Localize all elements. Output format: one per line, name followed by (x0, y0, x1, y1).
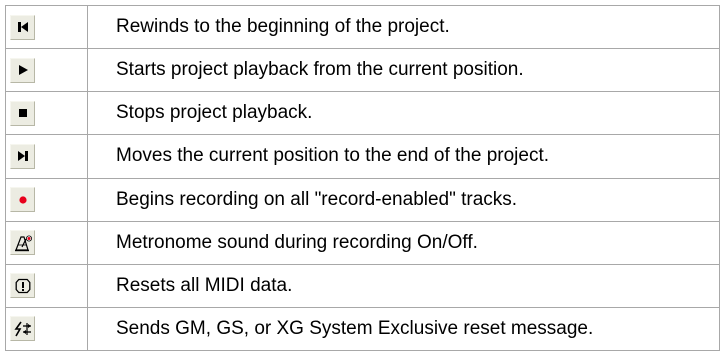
table-row: Metronome sound during recording On/Off. (5, 220, 720, 265)
icon-cell (5, 263, 88, 308)
transport-buttons-table: Rewinds to the beginning of the project.… (5, 4, 720, 352)
icon-cell (5, 134, 88, 179)
midi-panic-icon (15, 278, 30, 293)
record-button[interactable] (10, 187, 35, 213)
skip-to-end-button[interactable] (10, 143, 35, 169)
icon-cell (5, 91, 88, 136)
row-description: Begins recording on all "record-enabled"… (87, 177, 720, 222)
icon-cell (5, 306, 88, 352)
rewind-icon (17, 22, 28, 33)
rewind-button[interactable] (10, 14, 35, 40)
record-icon (18, 195, 27, 204)
table-row: Moves the current position to the end of… (5, 134, 720, 179)
sysex-reset-button[interactable] (10, 316, 35, 342)
play-button[interactable] (10, 57, 35, 83)
metronome-icon (14, 235, 32, 251)
row-description: Resets all MIDI data. (87, 263, 720, 308)
sysex-reset-icon (13, 321, 31, 337)
stop-button[interactable] (10, 100, 35, 126)
row-description: Rewinds to the beginning of the project. (87, 4, 720, 50)
table-row: Resets all MIDI data. (5, 263, 720, 308)
row-description: Metronome sound during recording On/Off. (87, 220, 720, 265)
play-icon (18, 65, 28, 76)
table-row: Starts project playback from the current… (5, 48, 720, 93)
table-row: Stops project playback. (5, 91, 720, 136)
row-description: Stops project playback. (87, 91, 720, 136)
midi-reset-button[interactable] (10, 273, 35, 299)
stop-icon (18, 109, 27, 118)
icon-cell (5, 177, 88, 222)
row-description: Starts project playback from the current… (87, 48, 720, 93)
icon-cell (5, 4, 88, 50)
table-row: Rewinds to the beginning of the project. (5, 4, 720, 50)
skip-to-end-icon (17, 151, 28, 162)
icon-cell (5, 48, 88, 93)
table-row: Begins recording on all "record-enabled"… (5, 177, 720, 222)
row-description: Moves the current position to the end of… (87, 134, 720, 179)
icon-cell (5, 220, 88, 265)
row-description: Sends GM, GS, or XG System Exclusive res… (87, 306, 720, 352)
table-row: Sends GM, GS, or XG System Exclusive res… (5, 306, 720, 352)
metronome-button[interactable] (10, 230, 35, 256)
